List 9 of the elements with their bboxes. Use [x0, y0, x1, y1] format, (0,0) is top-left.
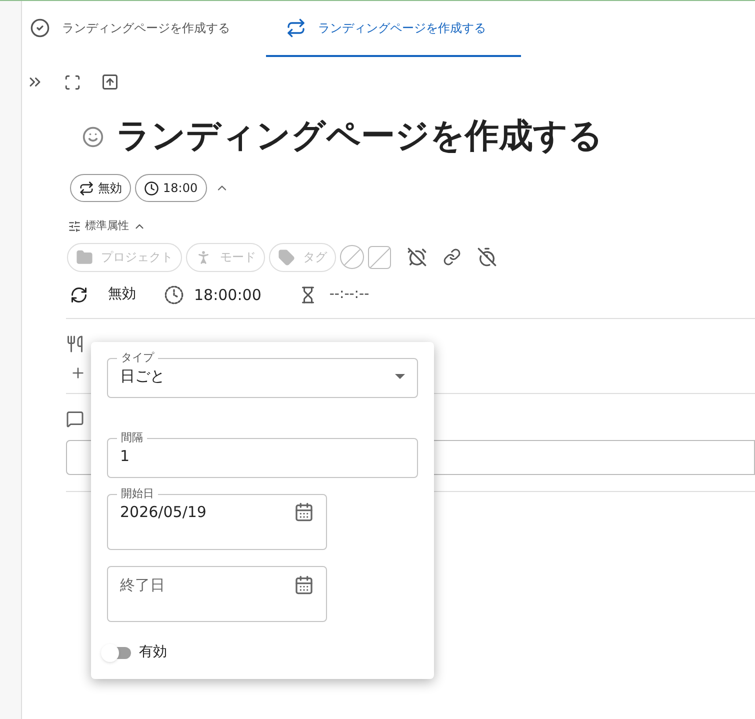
- time-value: 18:00:00: [194, 284, 262, 306]
- repeat-status: 無効: [108, 285, 136, 304]
- field-label: 間隔: [120, 431, 144, 445]
- section-label: 標準属性: [85, 218, 129, 234]
- field-label: 開始日: [120, 487, 155, 501]
- duration-value: --:--:--: [329, 285, 370, 304]
- page-title: ランディングページを作成する: [116, 115, 603, 158]
- field-label: タイプ: [120, 351, 156, 365]
- toggle-label: 有効: [139, 643, 167, 662]
